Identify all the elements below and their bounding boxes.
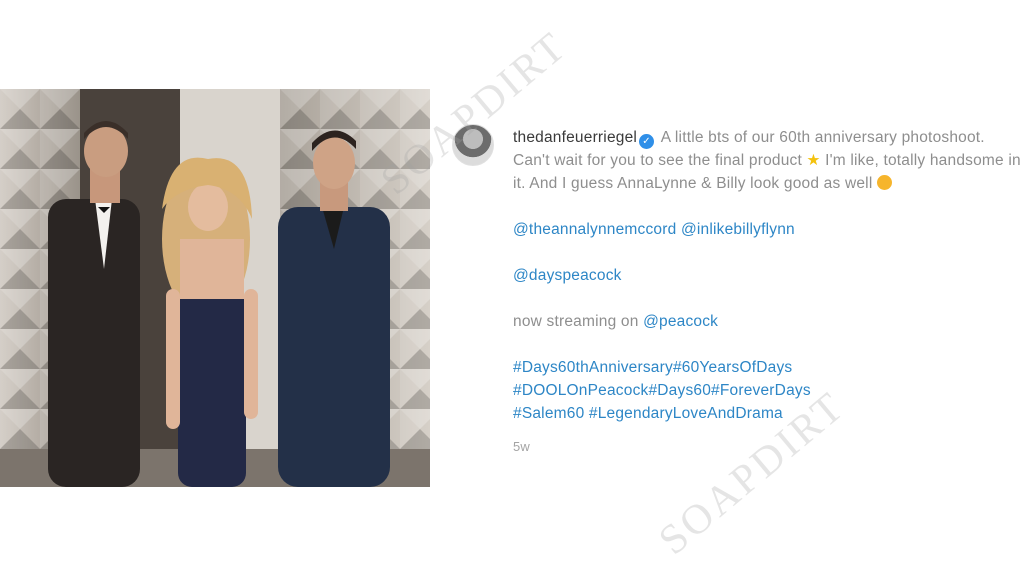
mention-link-dayspeacock[interactable]: @dayspeacock [513, 267, 622, 284]
mention-link-billy[interactable]: @inlikebillyflynn [681, 221, 795, 238]
caption-paragraph: thedanfeuerriegel ✓ A little bts of our 6… [513, 126, 1023, 195]
hashtag-line-3[interactable]: #Salem60 #LegendaryLoveAndDrama [513, 402, 1023, 425]
photo-illustration [0, 89, 430, 487]
mentions-line: @theannalynnemccord @inlikebillyflynn [513, 218, 1023, 241]
post-photo[interactable] [0, 89, 430, 487]
mention-link-peacock[interactable]: @peacock [643, 313, 718, 330]
streaming-line: now streaming on @peacock [513, 310, 1023, 333]
mention-line-2: @dayspeacock [513, 264, 1023, 287]
smiley-emoji-icon [876, 175, 892, 190]
streaming-text: now streaming on [513, 313, 644, 330]
verified-badge-icon: ✓ [639, 134, 655, 149]
user-avatar[interactable] [452, 124, 494, 166]
post-timestamp: 5w [513, 439, 531, 454]
star-emoji-icon: ★ [806, 152, 821, 169]
mention-link-annalynne[interactable]: @theannalynnemccord [513, 221, 676, 238]
caption-body: thedanfeuerriegel ✓ A little bts of our 6… [513, 126, 1023, 458]
username-link[interactable]: thedanfeuerriegel [513, 129, 637, 146]
hashtags: #Days60thAnniversary#60YearsOfDays #DOOL… [513, 356, 1023, 425]
screenshot-frame: thedanfeuerriegel ✓ A little bts of our 6… [0, 0, 1024, 576]
hashtag-line-1[interactable]: #Days60thAnniversary#60YearsOfDays [513, 356, 1023, 379]
hashtag-line-2[interactable]: #DOOLOnPeacock#Days60#ForeverDays [513, 379, 1023, 402]
